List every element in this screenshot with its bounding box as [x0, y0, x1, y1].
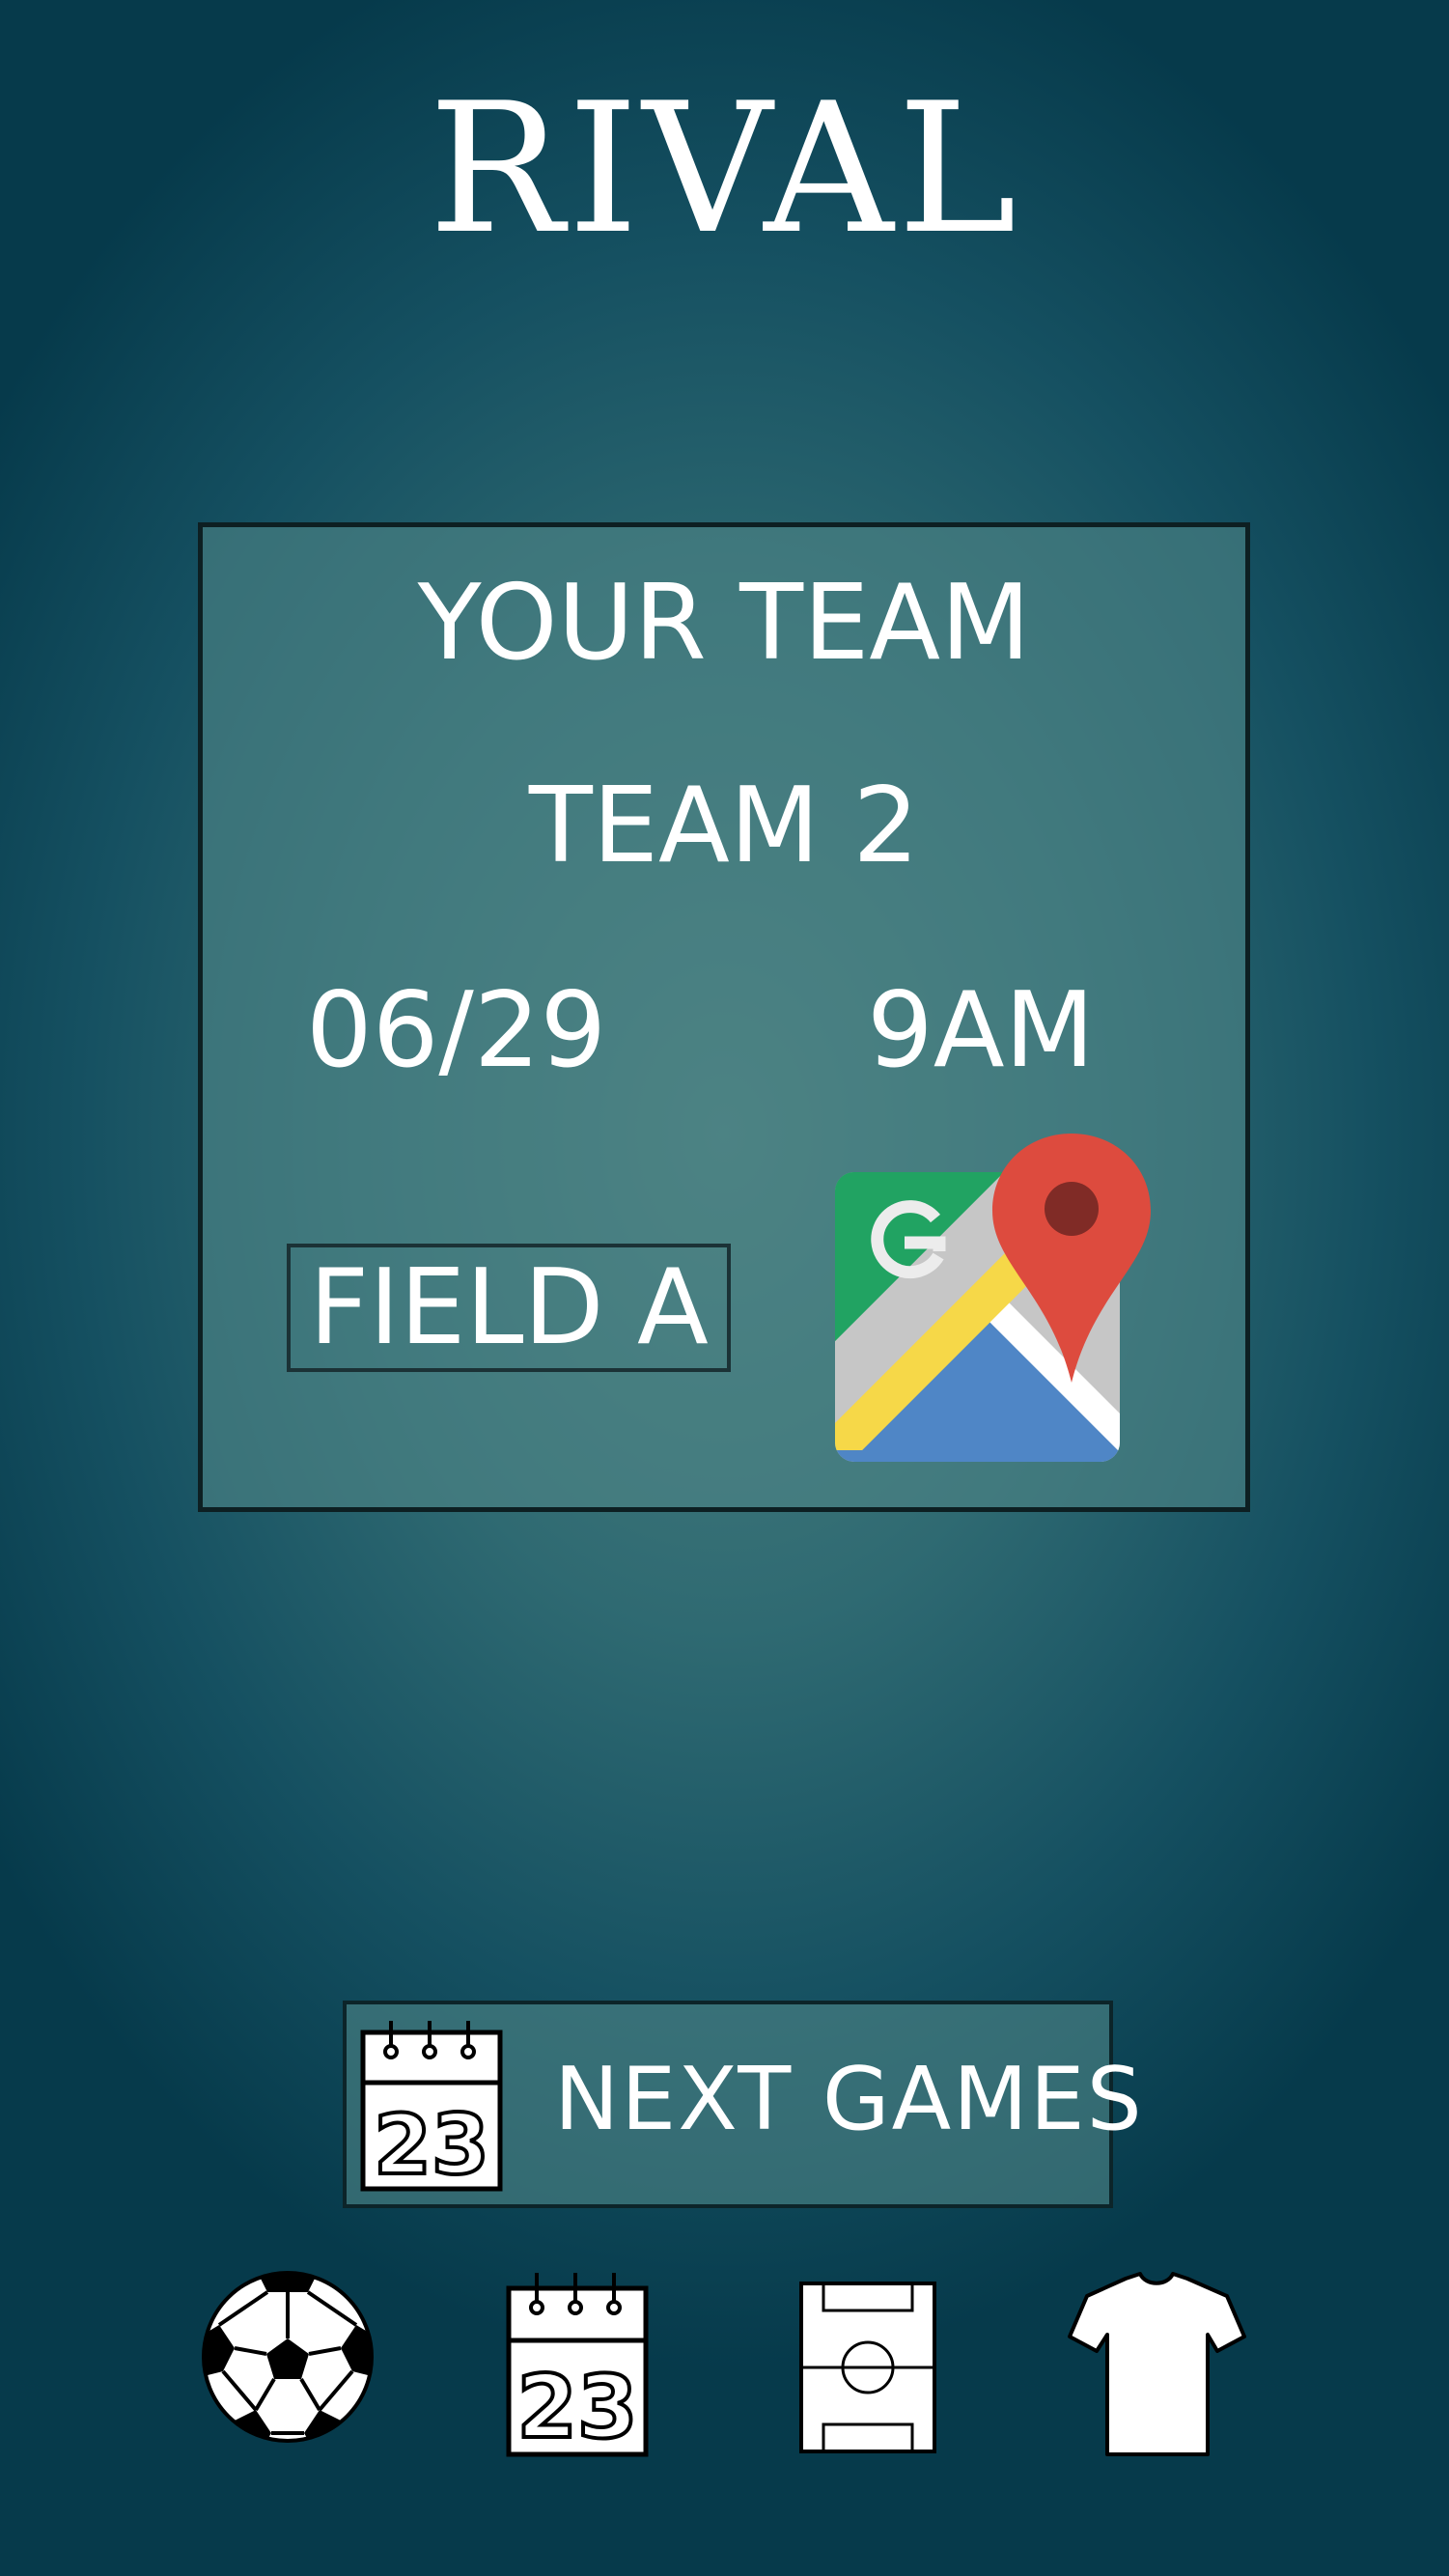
jersey-icon: [1068, 2272, 1246, 2456]
field-name: FIELD A: [309, 1246, 709, 1368]
bottom-navigation: 23: [0, 2269, 1449, 2462]
soccer-field-icon: [799, 2282, 936, 2453]
nav-item-games[interactable]: [200, 2269, 376, 2449]
calendar-icon: 23: [360, 2021, 503, 2193]
home-team-name: YOUR TEAM: [417, 563, 1031, 684]
google-maps-icon[interactable]: [835, 1134, 1163, 1462]
calendar-number: 23: [374, 2097, 489, 2193]
match-date: 06/29: [306, 970, 607, 1091]
field-location-button[interactable]: FIELD A: [287, 1244, 731, 1372]
calendar-icon: 23: [506, 2273, 649, 2460]
away-team-name: TEAM 2: [528, 766, 920, 886]
nav-item-calendar[interactable]: 23: [505, 2269, 650, 2462]
calendar-number: 23: [516, 2357, 637, 2458]
nav-item-fields[interactable]: [798, 2269, 937, 2462]
soccer-ball-icon: [202, 2271, 374, 2443]
match-time: 9AM: [867, 970, 1095, 1091]
app-title: RIVAL: [428, 64, 1021, 273]
next-games-label: NEXT GAMES: [554, 2049, 1144, 2150]
match-card: YOUR TEAM TEAM 2 06/29 9AM FIELD A: [198, 522, 1250, 1512]
nav-item-team[interactable]: [1067, 2269, 1246, 2462]
next-games-button[interactable]: 23 NEXT GAMES: [343, 2001, 1142, 2208]
